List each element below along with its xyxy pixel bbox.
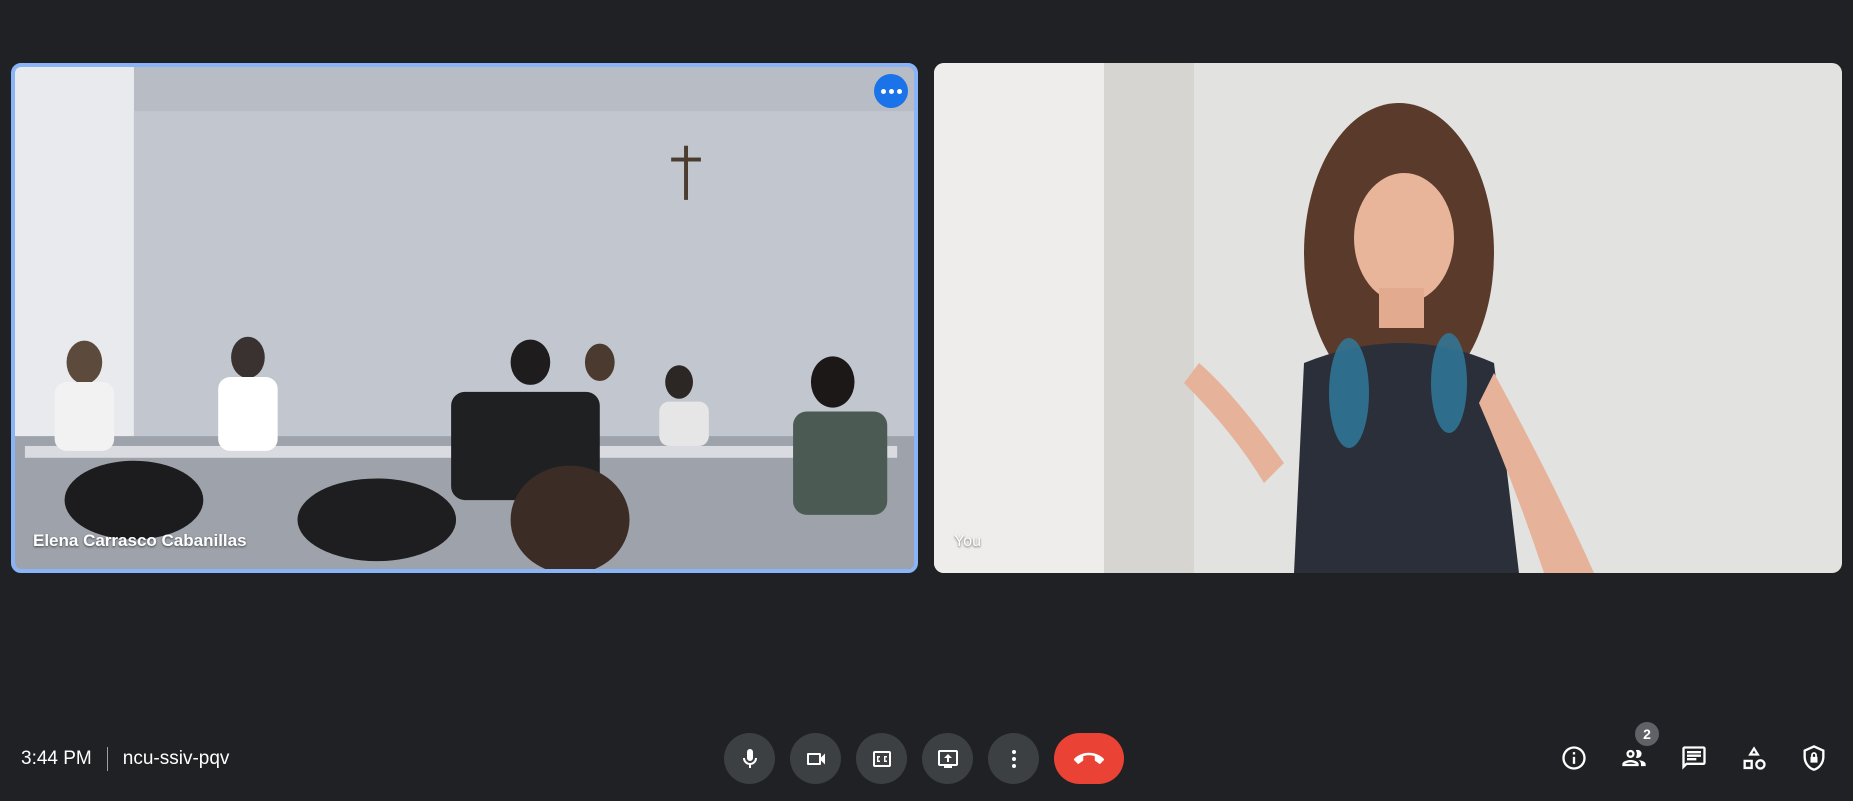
shield-lock-icon <box>1803 745 1825 771</box>
more-vert-icon <box>1011 749 1016 768</box>
call-end-icon <box>1074 752 1104 764</box>
call-control-bar: 3:44 PM ncu-ssiv-pqv 2 <box>0 720 1853 800</box>
activities-button[interactable] <box>1737 741 1771 775</box>
info-icon <box>1562 746 1586 770</box>
present-button[interactable] <box>922 733 973 784</box>
closed-caption-icon <box>872 750 891 767</box>
self-name: You <box>954 533 981 550</box>
remote-video-tile[interactable]: Elena Carrasco Cabanillas <box>11 63 918 573</box>
chat-button[interactable] <box>1677 741 1711 775</box>
leave-call-button[interactable] <box>1054 733 1124 784</box>
participant-name: Elena Carrasco Cabanillas <box>33 531 247 550</box>
host-controls-button[interactable] <box>1797 741 1831 775</box>
classroom-video-feed <box>15 67 914 569</box>
people-icon <box>1622 749 1646 767</box>
mic-icon <box>742 748 757 768</box>
dot-icon <box>880 88 886 94</box>
videocam-icon <box>806 752 825 765</box>
dot-icon <box>888 88 894 94</box>
tile-options-button[interactable] <box>874 74 908 108</box>
present-screen-icon <box>937 749 958 768</box>
dot-icon <box>896 88 902 94</box>
participants-button[interactable]: 2 <box>1617 722 1659 775</box>
meeting-info: 3:44 PM ncu-ssiv-pqv <box>21 747 229 771</box>
more-options-button[interactable] <box>988 733 1039 784</box>
captions-button[interactable] <box>856 733 907 784</box>
side-controls: 2 <box>1557 722 1831 775</box>
meeting-details-button[interactable] <box>1557 741 1591 775</box>
main-controls <box>724 733 1124 784</box>
camera-button[interactable] <box>790 733 841 784</box>
self-video-tile[interactable]: You <box>934 63 1842 573</box>
self-video-feed <box>934 63 1842 573</box>
activities-shapes-icon <box>1743 746 1766 770</box>
separator <box>106 747 108 771</box>
chat-icon <box>1682 746 1706 770</box>
microphone-button[interactable] <box>724 733 775 784</box>
participants-count-badge: 2 <box>1635 722 1659 746</box>
meeting-code: ncu-ssiv-pqv <box>122 748 230 769</box>
meeting-time: 3:44 PM <box>21 748 92 769</box>
